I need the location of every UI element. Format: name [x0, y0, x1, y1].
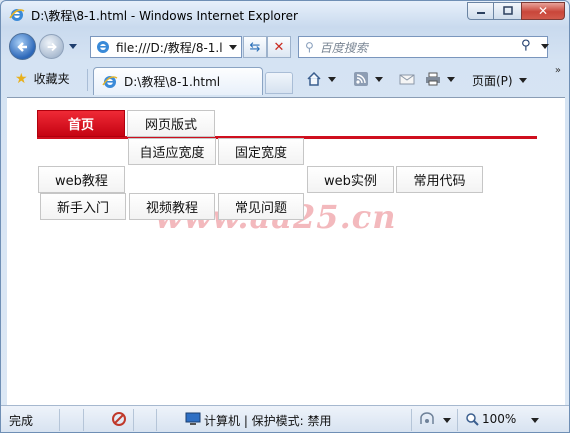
page-menu-button[interactable]: 页面(P) — [472, 72, 527, 89]
maximize-button[interactable] — [494, 2, 521, 20]
ie-logo-icon — [102, 75, 118, 88]
nav-item-web-examples[interactable]: web实例 — [307, 166, 394, 193]
printer-icon — [426, 72, 440, 86]
nav-item-label: 自适应宽度 — [139, 146, 205, 161]
forward-arrow-icon — [47, 42, 57, 52]
nav-item-label: 网页版式 — [144, 118, 197, 133]
favorites-button[interactable]: ★ 收藏夹 — [15, 70, 70, 87]
title-bar: D:\教程\8-1.html - Windows Internet Explor… — [1, 1, 569, 29]
zoom-level[interactable]: 100% — [482, 412, 516, 426]
nav-item-layout[interactable]: 网页版式 — [127, 110, 215, 137]
zoom-dropdown-icon[interactable] — [531, 418, 539, 423]
search-options-dropdown[interactable] — [541, 44, 549, 49]
zoom-icon — [466, 413, 479, 426]
back-arrow-icon — [17, 42, 27, 52]
favorites-bar: ★ 收藏夹 D:\教程\8-1.html 页面(P) » — [1, 64, 569, 96]
recent-pages-dropdown[interactable] — [69, 44, 77, 49]
refresh-icon: ⇆ — [249, 39, 261, 55]
nav-item-fixed-width[interactable]: 固定宽度 — [218, 138, 304, 165]
search-engine-icon: ⚲ — [305, 40, 314, 54]
search-input[interactable]: ⚲ 百度搜索 — [298, 36, 548, 58]
close-icon: ✕ — [537, 4, 549, 18]
divider — [59, 409, 60, 431]
page-menu-label: 页面(P) — [472, 74, 513, 88]
nav-item-beginners[interactable]: 新手入门 — [40, 193, 126, 220]
favorites-label: 收藏夹 — [33, 72, 70, 86]
maximize-icon — [502, 6, 513, 15]
new-tab-button[interactable] — [265, 72, 293, 94]
close-button[interactable]: ✕ — [521, 2, 565, 20]
back-button[interactable] — [9, 33, 36, 60]
stop-icon: ✕ — [273, 39, 285, 55]
more-commands-icon[interactable]: » — [555, 65, 561, 76]
nav-item-label: 常见问题 — [234, 201, 287, 216]
nav-item-fluid-width[interactable]: 自适应宽度 — [128, 138, 216, 165]
feeds-button[interactable] — [353, 72, 383, 86]
tab-current-page[interactable]: D:\教程\8-1.html — [93, 67, 263, 95]
divider — [411, 409, 412, 431]
address-bar[interactable]: file:///D:/教程/8-1.l — [90, 36, 242, 58]
status-text: 完成 — [9, 414, 34, 428]
search-placeholder: 百度搜索 — [319, 40, 368, 55]
nav-item-common-code[interactable]: 常用代码 — [396, 166, 483, 193]
nav-item-label: web教程 — [55, 174, 108, 189]
divider — [457, 409, 458, 431]
chevron-down-icon[interactable] — [443, 418, 451, 423]
home-button[interactable] — [306, 72, 336, 86]
refresh-button[interactable]: ⇆ — [243, 36, 267, 58]
computer-zone-icon — [185, 412, 201, 425]
chevron-down-icon — [375, 76, 383, 82]
divider — [83, 409, 84, 431]
search-icon[interactable]: ⚲ — [521, 38, 531, 53]
stop-button[interactable]: ✕ — [267, 36, 291, 58]
ie-window: D:\教程\8-1.html - Windows Internet Explor… — [0, 0, 570, 433]
nav-item-video-tutorials[interactable]: 视频教程 — [129, 193, 215, 220]
minimize-button[interactable] — [467, 2, 494, 20]
ie-logo-icon — [9, 9, 25, 21]
chevron-down-icon — [447, 76, 455, 82]
nav-item-faq[interactable]: 常见问题 — [218, 193, 304, 220]
address-dropdown-icon[interactable] — [229, 45, 237, 50]
nav-item-label: web实例 — [324, 174, 377, 189]
divider — [156, 409, 157, 431]
nav-item-home[interactable]: 首页 — [37, 110, 125, 137]
minimize-icon — [476, 12, 485, 14]
nav-item-label: 常用代码 — [413, 174, 466, 189]
nav-item-label: 固定宽度 — [234, 146, 287, 161]
mail-button[interactable] — [399, 72, 415, 86]
protected-mode-icon[interactable] — [419, 412, 435, 426]
address-toolbar: file:///D:/教程/8-1.l ⇆ ✕ ⚲ 百度搜索 ⚲ — [1, 29, 569, 63]
nav-item-web-tutorial[interactable]: web教程 — [38, 166, 125, 193]
divider — [133, 409, 134, 431]
forward-button[interactable] — [39, 34, 64, 59]
mail-icon — [399, 74, 415, 85]
nav-item-label: 首页 — [67, 118, 94, 133]
status-bar: 完成 计算机 | 保护模式: 禁用 100% — [1, 405, 569, 432]
security-zone-text[interactable]: 计算机 | 保护模式: 禁用 — [204, 412, 332, 429]
rss-feed-icon — [354, 72, 368, 86]
star-icon: ★ — [15, 70, 28, 87]
tab-title: D:\教程\8-1.html — [124, 75, 221, 89]
chevron-down-icon — [328, 76, 336, 82]
window-controls: ✕ — [467, 2, 565, 20]
home-icon — [307, 72, 321, 86]
page-icon — [97, 41, 109, 53]
chevron-down-icon — [518, 78, 527, 83]
page-content: www.aa25.cn 首页 网页版式 自适应宽度 固定宽度 web教程 web… — [7, 97, 565, 405]
nav-item-label: 新手入门 — [56, 201, 109, 216]
address-url: file:///D:/教程/8-1.l — [116, 40, 223, 55]
nav-item-label: 视频教程 — [145, 201, 198, 216]
print-button[interactable] — [425, 72, 455, 86]
divider — [87, 69, 88, 91]
window-title: D:\教程\8-1.html - Windows Internet Explor… — [31, 9, 298, 23]
popup-blocker-icon[interactable] — [111, 411, 127, 427]
